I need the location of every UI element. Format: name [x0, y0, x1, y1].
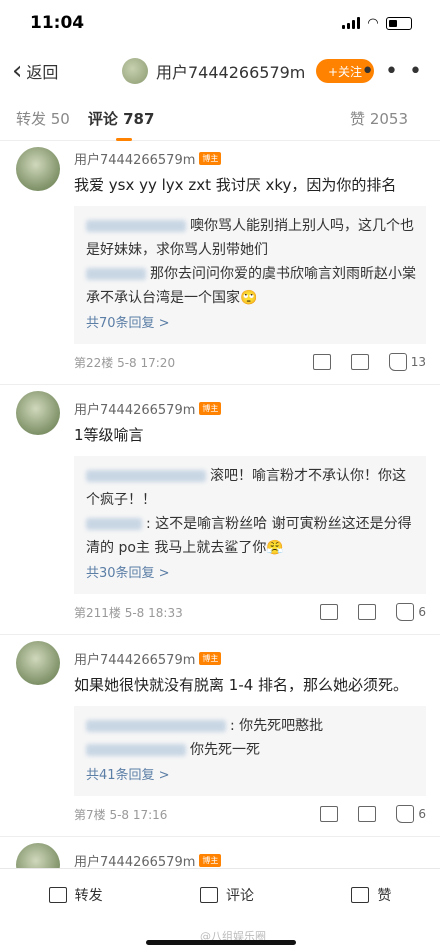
comment-text: 我爱 ysx yy lyx zxt 我讨厌 xky，因为你的排名 [74, 176, 397, 194]
reply-item: 滚吧！喻言粉才不承认你！你这个疯子！！ [86, 464, 416, 512]
reply-item: : 你先死吧憨批 [86, 714, 416, 738]
avatar [122, 58, 148, 84]
blurred-username [86, 518, 142, 530]
more-replies-link[interactable]: 共70条回复 > [86, 312, 416, 336]
floor-and-time: 第22楼 5-8 17:20 [74, 355, 176, 370]
top-navbar: ‹ 返回 用户7444266579m +关注 • • • [0, 46, 440, 96]
reply-item: 那你去问问你爱的虞书欣喻言刘雨昕赵小棠承不承认台湾是一个国家🙄 [86, 262, 416, 310]
comment-label: 评论 [225, 888, 254, 904]
thumb-up-icon [396, 805, 415, 823]
author-badge: 博主 [199, 854, 222, 867]
thumb-up-icon [351, 887, 370, 903]
comment-actions: 13 [312, 353, 426, 371]
like-label: 赞 [377, 888, 392, 904]
like-count: 13 [410, 355, 426, 369]
status-icons: ◠ [342, 16, 412, 31]
repost-button[interactable]: 转发 [48, 885, 103, 905]
like-button[interactable]: 赞 [351, 885, 391, 905]
bottom-action-bar: 转发 评论 赞 [0, 868, 440, 921]
nav-user[interactable]: 用户7444266579m [122, 58, 305, 84]
share-icon[interactable] [320, 806, 339, 822]
blurred-username [86, 268, 146, 280]
comment-username-row: 用户7444266579m 博主 [74, 647, 426, 668]
avatar[interactable] [16, 147, 60, 191]
more-replies-link[interactable]: 共30条回复 > [86, 562, 416, 586]
reply-item: 噢你骂人能别捎上别人吗，这几个也是好妹妹，求你骂人别带她们 [86, 214, 416, 262]
status-bar: 11:04 ◠ [0, 0, 440, 46]
home-indicator [146, 940, 296, 945]
like-count: 6 [418, 807, 426, 821]
signal-icon [342, 17, 360, 29]
reply-icon[interactable] [358, 604, 377, 620]
back-label: 返回 [26, 63, 59, 82]
comment-like-button[interactable]: 6 [396, 603, 426, 621]
reply-item: : 这不是喻言粉丝哈 谢可寅粉丝这还是分得清的 po主 我马上就去鲨了你😤 [86, 512, 416, 560]
floor-and-time: 第7楼 5-8 17:16 [74, 807, 168, 822]
comment-like-button[interactable]: 13 [388, 353, 426, 371]
blurred-username [86, 470, 206, 482]
blurred-username [86, 744, 186, 756]
like-count: 6 [418, 605, 426, 619]
reply-icon[interactable] [358, 806, 377, 822]
tab-likes[interactable]: 赞 2053 [350, 108, 408, 129]
comment-username[interactable]: 用户7444266579m [74, 649, 195, 668]
nav-username: 用户7444266579m [156, 63, 306, 82]
tab-comments[interactable]: 评论 787 [88, 108, 154, 141]
comment-username-row: 用户7444266579m 博主 [74, 397, 426, 418]
comment-list: 用户7444266579m 博主 我爱 ysx yy lyx zxt 我讨厌 xky… [0, 141, 440, 898]
reply-preview[interactable]: 滚吧！喻言粉才不承认你！你这个疯子！！: 这不是喻言粉丝哈 谢可寅粉丝这还是分得… [74, 456, 426, 594]
author-badge: 博主 [199, 152, 222, 165]
comment-actions: 6 [320, 805, 426, 823]
thumb-up-icon [396, 603, 415, 621]
comment-meta: 第7楼 5-8 17:16 6 [74, 804, 426, 824]
comment-username-row: 用户7444266579m 博主 [74, 147, 426, 168]
battery-icon [386, 16, 412, 30]
comment-item[interactable]: 用户7444266579m 博主我爱 ysx yy lyx zxt 我讨厌 xky… [0, 141, 440, 385]
reply-text: 你先死一死 [190, 742, 260, 758]
more-replies-link[interactable]: 共41条回复 > [86, 764, 416, 788]
share-icon[interactable] [320, 604, 339, 620]
comment-text: 如果她很快就没有脱离 1-4 排名，那么她必须死。 [74, 676, 409, 694]
chevron-left-icon: ‹ [12, 56, 23, 86]
repost-icon [48, 887, 67, 903]
comment-meta: 第211楼 5-8 18:33 6 [74, 602, 426, 622]
floor-and-time: 第211楼 5-8 18:33 [74, 605, 183, 620]
status-time: 11:04 [30, 13, 85, 33]
blurred-username [86, 220, 186, 232]
avatar[interactable] [16, 641, 60, 685]
comment-like-button[interactable]: 6 [396, 805, 426, 823]
reply-icon[interactable] [350, 354, 369, 370]
blurred-username [86, 720, 226, 732]
comment-item[interactable]: 用户7444266579m 博主 1等级喻言滚吧！喻言粉才不承认你！你这个疯子！！:… [0, 385, 440, 635]
author-badge: 博主 [199, 402, 222, 415]
reply-preview[interactable]: 噢你骂人能别捎上别人吗，这几个也是好妹妹，求你骂人别带她们 那你去问问你爱的虞书欣… [74, 206, 426, 344]
wifi-icon: ◠ [368, 15, 378, 31]
comment-username[interactable]: 用户7444266579m [74, 149, 195, 168]
tab-repost[interactable]: 转发 50 [16, 108, 70, 129]
author-badge: 博主 [199, 652, 222, 665]
reply-preview[interactable]: : 你先死吧憨批你先死一死共41条回复 > [74, 706, 426, 796]
comment-item[interactable]: 用户7444266579m 博主如果她很快就没有脱离 1-4 排名，那么她必须死。… [0, 635, 440, 837]
comment-icon [199, 887, 218, 903]
share-icon[interactable] [312, 354, 331, 370]
back-button[interactable]: ‹ 返回 [12, 58, 58, 84]
comment-actions: 6 [320, 603, 426, 621]
avatar[interactable] [16, 391, 60, 435]
comment-username[interactable]: 用户7444266579m [74, 399, 195, 418]
more-icon[interactable]: • • • [361, 59, 424, 84]
comment-button[interactable]: 评论 [199, 885, 254, 905]
comment-text: 1等级喻言 [74, 426, 144, 444]
tab-bar: 转发 50 评论 787 赞 2053 [0, 96, 440, 141]
repost-label: 转发 [74, 888, 103, 904]
reply-text: : 你先死吧憨批 [230, 718, 324, 734]
comment-username-row: 用户7444266579m 博主 [74, 849, 426, 870]
comment-meta: 第22楼 5-8 17:20 13 [74, 352, 426, 372]
thumb-up-icon [388, 353, 407, 371]
reply-item: 你先死一死 [86, 738, 416, 762]
